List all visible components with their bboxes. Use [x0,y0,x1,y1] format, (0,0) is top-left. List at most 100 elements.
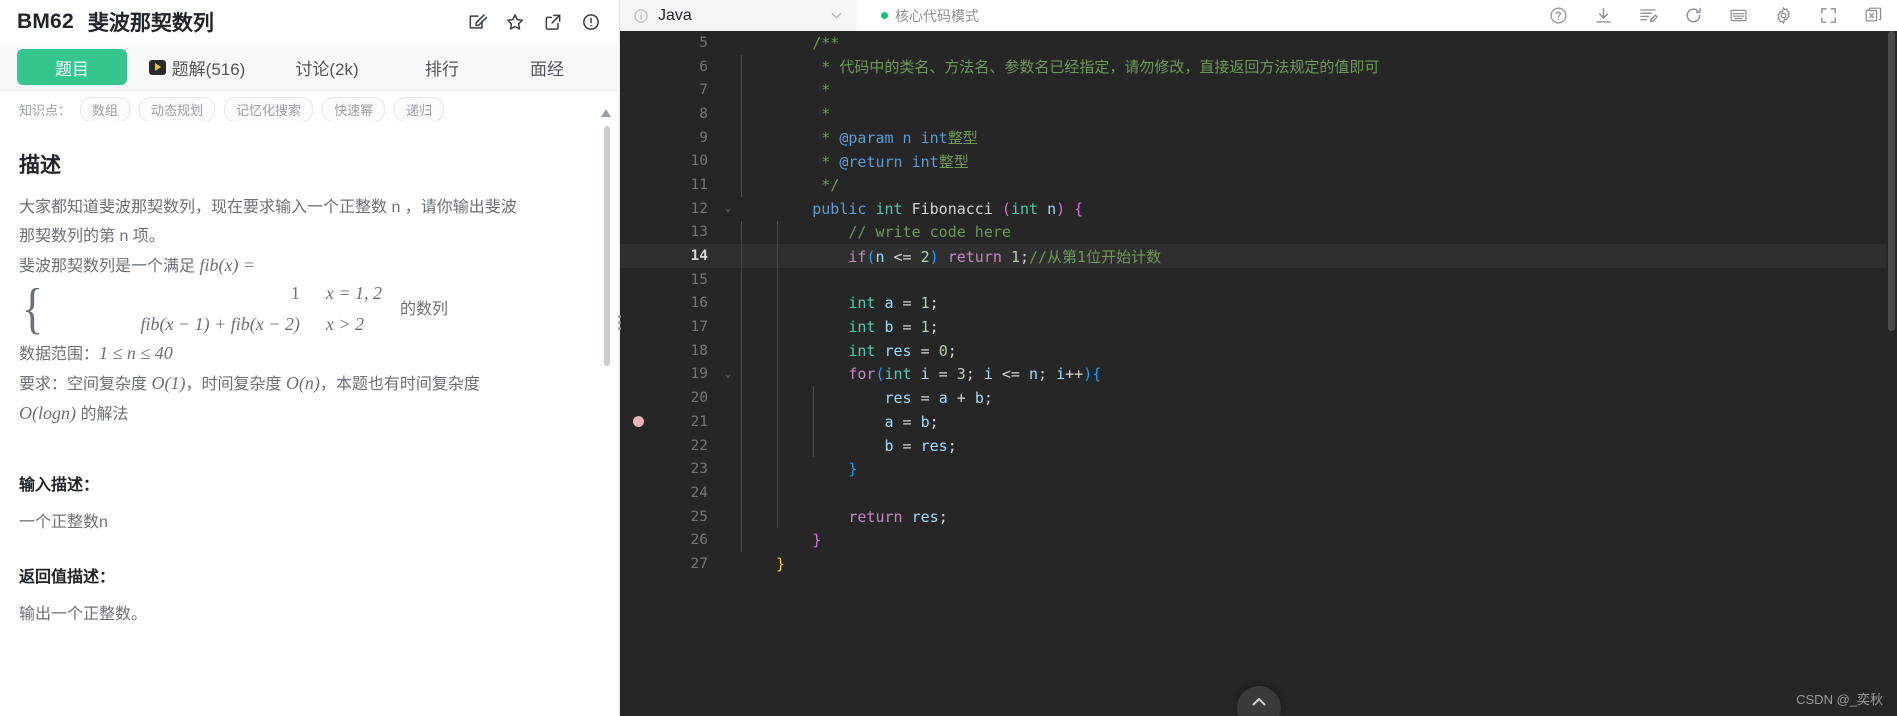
case-1-value: 1 [290,283,300,303]
indent-guide [741,338,742,363]
code-line[interactable]: 18 int res = 0; [620,338,1897,363]
req-space-complexity: O(1) [151,373,186,393]
code-line-text: } [776,554,786,573]
help-circle-icon[interactable] [1549,6,1568,25]
case-1-condition: x = 1, 2 [325,283,383,303]
fold-toggle-icon[interactable]: ⌄ [720,203,736,214]
code-line[interactable]: 14 if(n <= 2) return 1;//从第1位开始计数 [620,244,1897,268]
close-window-icon[interactable] [1864,6,1883,25]
line-number: 10 [690,153,708,170]
problem-content: 描述 大家都知道斐波那契数列，现在要求输入一个正整数 n ，请你输出斐波 那契数… [0,121,619,716]
edit-note-icon[interactable] [467,12,487,32]
code-line[interactable]: 20 res = a + b; [620,386,1897,410]
code-line[interactable]: 7 * [620,78,1897,103]
download-icon[interactable] [1594,6,1613,25]
code-line[interactable]: 22 b = res; [620,433,1897,458]
panel-resize-handle[interactable] [612,305,626,339]
problem-panel: BM62 斐波那契数列 题目 题解(516) 讨论(2k) 排行 面经 知识点：… [0,0,621,716]
code-line[interactable]: 17 int b = 1; [620,315,1897,339]
line-number: 25 [690,508,708,525]
req-suffix: ，本题也有时间复杂度 [319,376,480,393]
line-number: 11 [690,176,708,193]
problem-scrollbar[interactable] [604,126,610,366]
tab-interview[interactable]: 面经 [497,44,597,90]
indent-guide [777,244,779,268]
video-play-icon [148,59,166,75]
language-select[interactable]: Java [620,0,857,31]
editor-scrollbar-thumb[interactable] [1888,31,1895,331]
tag-chip[interactable]: 递归 [394,96,445,121]
case-2-condition: x > 2 [325,314,365,334]
code-line[interactable]: 15 [620,267,1897,292]
data-range-line: 数据范围：1 ≤ n ≤ 40 [19,339,559,369]
req-prefix: 要求：空间复杂度 [19,376,152,393]
settings-gear-icon[interactable] [1774,6,1793,25]
indent-guide [813,386,815,410]
piecewise-rows: 1 x = 1, 2 fib(x − 1) + fib(x − 2) x > 2 [50,279,382,339]
code-line[interactable]: 21 a = b; [620,410,1897,434]
handle-dot [617,314,621,318]
tag-chip[interactable]: 记忆化搜索 [224,96,314,121]
indent-guide [741,528,742,553]
piecewise-row-1: 1 x = 1, 2 [50,279,382,308]
editor-scrollbar[interactable] [1886,31,1897,716]
report-info-icon[interactable] [581,12,601,32]
description-formula-intro: 斐波那契数列是一个满足 fib(x) = [19,251,559,281]
code-line[interactable]: 12 ⌄ public int Fibonacci (int n) { [620,197,1897,221]
handle-dot [617,326,621,330]
knowledge-tags-label: 知识点： [19,102,72,118]
code-line[interactable]: 9 * @param n int整型 [620,125,1897,150]
language-value: Java [658,6,692,24]
indent-guide [741,362,742,387]
line-number: 17 [690,319,708,336]
breakpoint-dot-icon[interactable] [632,416,644,428]
tag-chip[interactable]: 数组 [80,96,131,121]
format-code-icon[interactable] [1639,6,1658,25]
code-line[interactable]: 8 * [620,102,1897,126]
indent-guide [813,433,815,458]
tab-solutions[interactable]: 题解(516) [127,44,267,90]
console-icon[interactable] [1729,6,1748,25]
core-code-mode-toggle[interactable]: 核心代码模式 [881,6,979,26]
status-dot-icon [881,12,888,19]
code-line[interactable]: 10 * @return int整型 [620,149,1897,174]
code-line[interactable]: 13 // write code here [620,220,1897,245]
indent-guide [777,315,779,339]
chevron-up-icon [1252,698,1265,706]
tab-problem[interactable]: 题目 [17,49,127,85]
line-number: 8 [699,105,708,122]
fold-toggle-icon[interactable]: ⌄ [720,369,736,380]
reset-code-icon[interactable] [1684,6,1703,25]
tab-discussion[interactable]: 讨论(2k) [267,44,387,90]
code-area[interactable]: 5 /** 6 * 代码中的类名、方法名、参数名已经指定，请勿修改，直接返回方法规… [620,31,1897,716]
share-external-icon[interactable] [543,12,563,32]
code-line[interactable]: 24 [620,481,1897,505]
star-icon[interactable] [505,12,525,32]
tag-chip[interactable]: 快速幂 [322,96,386,121]
code-line[interactable]: 6 * 代码中的类名、方法名、参数名已经指定，请勿修改，直接返回方法规定的值即可 [620,54,1897,79]
description-heading: 描述 [19,154,61,177]
code-line[interactable]: 26 } [620,528,1897,553]
indent-guide [777,220,779,245]
code-line[interactable]: 25 return res; [620,504,1897,529]
description-cases: { 1 x = 1, 2 fib(x − 1) + fib(x − 2) x >… [19,279,559,339]
requirements-line: 要求：空间复杂度 O(1)，时间复杂度 O(n)，本题也有时间复杂度 O(log… [19,369,559,429]
tag-chip[interactable]: 动态规划 [139,96,216,121]
tab-discussion-label: 讨论(2k) [295,59,359,79]
indent-guide [777,338,779,363]
line-number: 14 [690,248,708,265]
code-line[interactable]: 16 int a = 1; [620,291,1897,316]
indent-guide [741,54,742,79]
code-line[interactable]: 11 */ [620,173,1897,197]
indent-guide [741,220,742,245]
code-line-text: res = a + b; [884,389,993,408]
code-line[interactable]: 27 } [620,552,1897,576]
code-line[interactable]: 19 ⌄ for(int i = 3; i <= n; i++){ [620,362,1897,387]
scroll-up-icon[interactable] [599,106,613,120]
line-number: 22 [690,437,708,454]
fullscreen-icon[interactable] [1819,6,1838,25]
breakpoint-gutter[interactable] [620,416,656,428]
code-line[interactable]: 23 } [620,457,1897,482]
code-line[interactable]: 5 /** [620,31,1897,55]
tab-ranking[interactable]: 排行 [387,44,497,90]
